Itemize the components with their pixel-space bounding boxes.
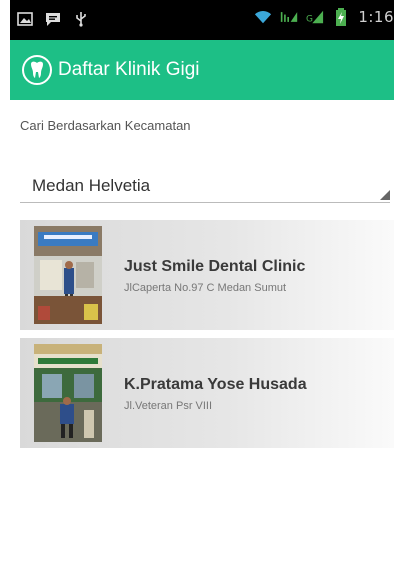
data-arrows-icon [280, 8, 298, 26]
clinic-photo [34, 226, 102, 324]
clinic-name: Just Smile Dental Clinic [124, 258, 306, 275]
dropdown-selected-value: Medan Helvetia [32, 176, 151, 195]
usb-icon [72, 10, 90, 28]
signal-icon: G [306, 8, 324, 26]
status-time: 1:16 [358, 8, 394, 26]
clinic-item[interactable]: K.Pratama Yose Husada Jl.Veteran Psr VII… [20, 338, 394, 448]
chat-icon [44, 10, 62, 28]
notification-icons [16, 10, 90, 28]
image-icon [16, 10, 34, 28]
clinic-item[interactable]: Just Smile Dental Clinic JlCaperta No.97… [20, 220, 394, 330]
clinic-address: JlCaperta No.97 C Medan Sumut [124, 282, 287, 294]
filter-label: Cari Berdasarkan Kecamatan [20, 118, 191, 133]
system-icons: G 1:16 [254, 8, 394, 26]
clinic-photo [34, 344, 102, 442]
dropdown-arrow-icon [380, 190, 390, 200]
status-bar: G 1:16 [10, 0, 394, 40]
clinic-name: K.Pratama Yose Husada [124, 376, 307, 393]
wifi-icon [254, 8, 272, 26]
battery-icon [332, 8, 350, 26]
app-title: Daftar Klinik Gigi [58, 59, 200, 80]
clinic-address: Jl.Veteran Psr VIII [124, 400, 213, 412]
app-bar: Daftar Klinik Gigi [10, 40, 394, 100]
clinic-list: Just Smile Dental Clinic JlCaperta No.97… [20, 220, 394, 456]
tooth-icon[interactable] [22, 55, 52, 85]
svg-text:G: G [306, 15, 313, 25]
screen-border [0, 0, 10, 583]
kecamatan-dropdown[interactable]: Medan Helvetia [20, 168, 390, 203]
